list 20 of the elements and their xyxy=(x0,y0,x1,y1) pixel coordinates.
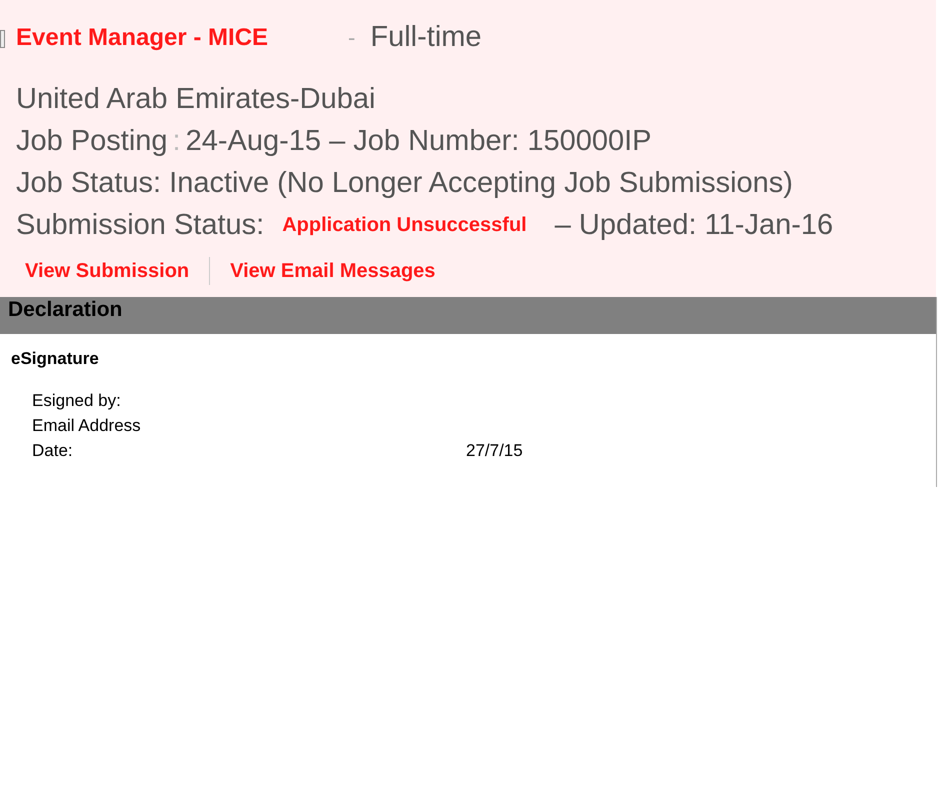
posting-label: Job Posting xyxy=(16,124,168,158)
job-location: United Arab Emirates-Dubai xyxy=(16,82,376,116)
section-header: Declaration xyxy=(0,297,936,334)
updated-date: – Updated: 11-Jan-16 xyxy=(554,208,834,242)
field-label: Date: xyxy=(32,440,74,462)
field-value: 27/7/15 xyxy=(466,440,523,462)
checkbox-icon xyxy=(0,30,5,48)
field-label: Esigned by: xyxy=(32,390,122,412)
view-link[interactable]: View Email Messages xyxy=(230,256,436,286)
field-label: Email Address xyxy=(32,414,142,436)
job-title: Event Manager - MICE xyxy=(16,22,268,53)
view-link[interactable]: View Submission xyxy=(25,256,190,286)
separator: - xyxy=(348,24,356,52)
posting-info: 24-Aug-15 – Job Number: 150000IP xyxy=(186,124,652,158)
job-status: Job Status: Inactive (No Longer Accepting Job Submissions) xyxy=(16,166,793,200)
submission-label: Submission Status: xyxy=(16,208,264,242)
section-subtitle: eSignature xyxy=(10,348,99,370)
job-type: Full-time xyxy=(370,20,482,55)
submission-status: Application Unsuccessful xyxy=(282,212,527,238)
colon: : xyxy=(172,124,181,158)
